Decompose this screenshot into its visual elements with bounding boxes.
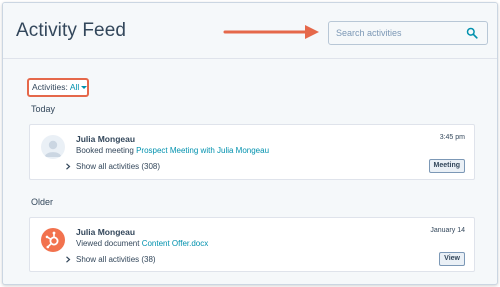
activity-feed-panel: Activity Feed Activities: All Today Juli xyxy=(2,2,498,285)
activity-description: Viewed document Content Offer.docx xyxy=(76,239,208,248)
activity-time: January 14 xyxy=(430,227,465,234)
activity-card: Julia Mongeau Viewed document Content Of… xyxy=(29,217,475,272)
activity-action: Booked meeting xyxy=(76,146,134,155)
chevron-right-icon xyxy=(66,163,71,170)
search-input[interactable] xyxy=(329,22,461,44)
header: Activity Feed xyxy=(3,3,497,59)
activity-card: Julia Mongeau Booked meeting Prospect Me… xyxy=(29,124,475,180)
filter-value: All xyxy=(69,82,80,92)
activity-person[interactable]: Julia Mongeau xyxy=(76,134,135,144)
search-box[interactable] xyxy=(328,21,488,45)
activities-filter-highlight: Activities: All xyxy=(27,78,89,97)
default-avatar-icon xyxy=(41,135,65,159)
activity-person[interactable]: Julia Mongeau xyxy=(76,227,135,237)
activity-type-badge: Meeting xyxy=(428,159,465,173)
chevron-right-icon xyxy=(66,256,71,263)
activity-description: Booked meeting Prospect Meeting with Jul… xyxy=(76,146,269,155)
activity-type-badge: View xyxy=(439,252,465,266)
section-label-older: Older xyxy=(31,197,54,207)
caret-down-icon xyxy=(81,86,88,89)
show-all-activities-toggle[interactable]: Show all activities (308) xyxy=(66,162,161,171)
activity-link[interactable]: Prospect Meeting with Julia Mongeau xyxy=(136,146,269,155)
show-all-label: Show all activities (38) xyxy=(76,255,156,264)
hubspot-logo-icon xyxy=(41,228,65,252)
activity-action: Viewed document xyxy=(76,239,140,248)
activity-link[interactable]: Content Offer.docx xyxy=(142,239,209,248)
search-icon[interactable] xyxy=(466,27,478,39)
show-all-activities-toggle[interactable]: Show all activities (38) xyxy=(66,255,156,264)
arrow-right-icon xyxy=(223,25,319,39)
page-title: Activity Feed xyxy=(16,20,127,41)
activity-time: 3:45 pm xyxy=(439,134,465,141)
filter-label: Activities: xyxy=(32,82,68,92)
show-all-label: Show all activities (308) xyxy=(76,162,161,171)
section-label-today: Today xyxy=(31,104,56,114)
activities-filter-dropdown[interactable]: Activities: All xyxy=(32,82,88,92)
